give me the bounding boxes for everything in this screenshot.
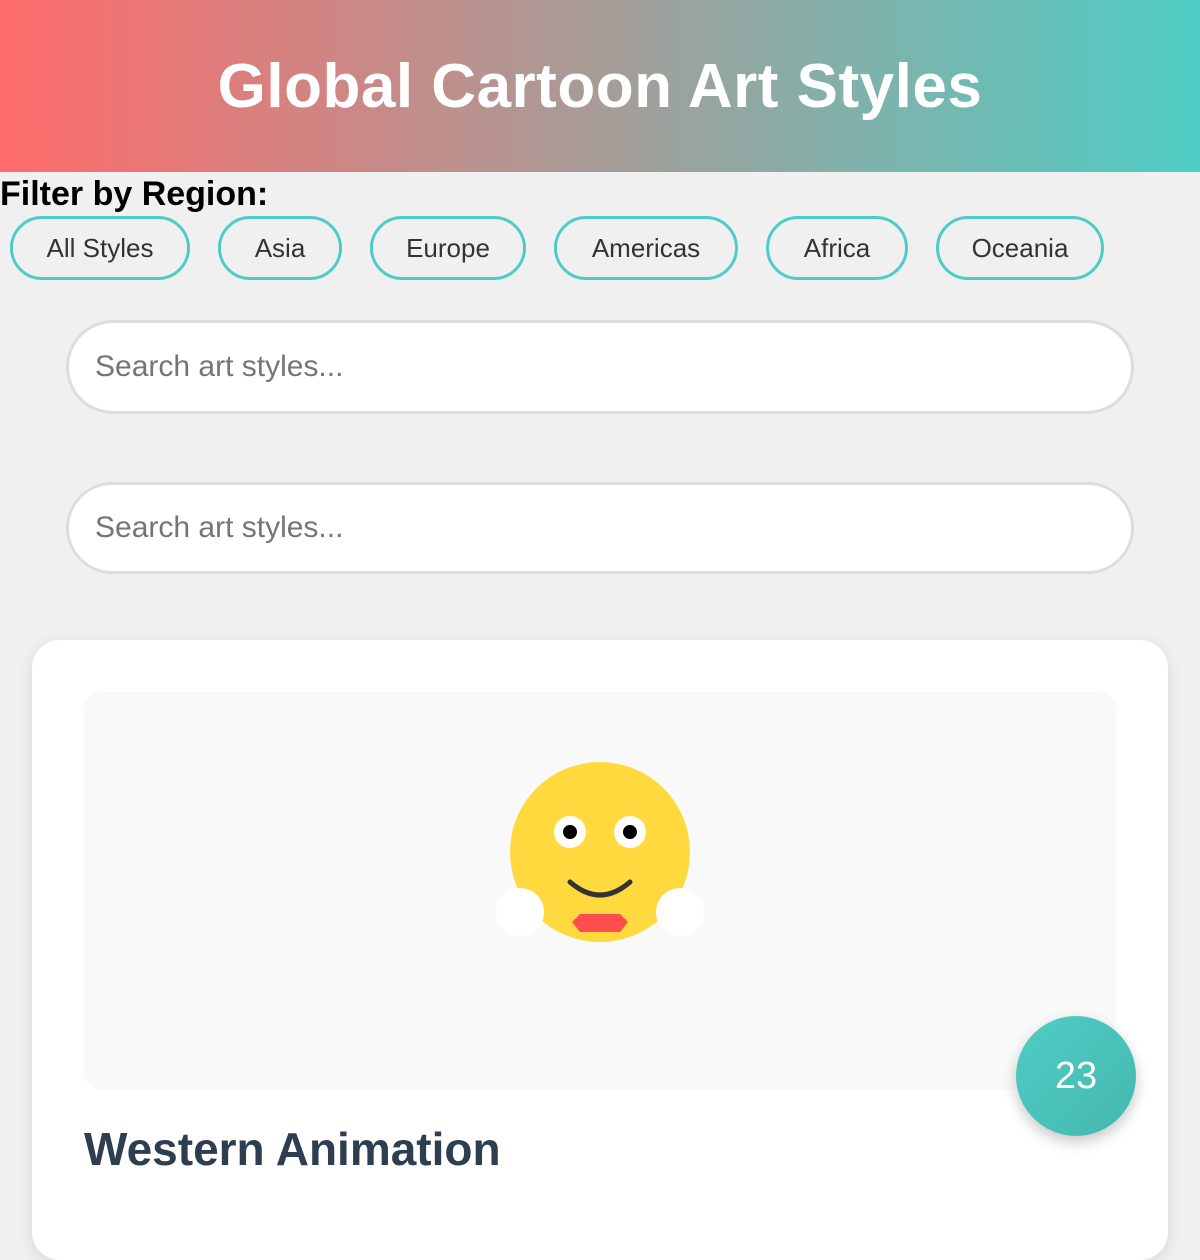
filter-button-all-styles[interactable]: All Styles: [10, 216, 190, 280]
filter-button-oceania[interactable]: Oceania: [936, 216, 1104, 280]
smiley-face-icon: [496, 762, 704, 942]
card-title: Western Animation: [84, 1123, 501, 1175]
floating-count-badge[interactable]: 23: [1016, 1016, 1136, 1136]
filter-title: Filter by Region:: [0, 175, 269, 213]
left-eye-pupil: [563, 825, 577, 839]
card-image-area: [84, 692, 1116, 1090]
filter-button-americas[interactable]: Americas: [554, 216, 738, 280]
art-style-card[interactable]: Western Animation: [32, 640, 1168, 1260]
region-filter-bar: All Styles Asia Europe Americas Africa O…: [0, 216, 1200, 286]
mouth-shape: [572, 914, 628, 932]
right-eye-pupil: [623, 825, 637, 839]
filter-button-europe[interactable]: Europe: [370, 216, 526, 280]
search-input[interactable]: [66, 320, 1134, 414]
filter-button-asia[interactable]: Asia: [218, 216, 342, 280]
right-hand-front: [656, 888, 704, 936]
left-hand-front: [496, 888, 544, 936]
filter-button-africa[interactable]: Africa: [766, 216, 908, 280]
search-input-secondary[interactable]: [66, 482, 1134, 574]
page-header: Global Cartoon Art Styles: [0, 0, 1200, 172]
page-title: Global Cartoon Art Styles: [217, 51, 983, 121]
